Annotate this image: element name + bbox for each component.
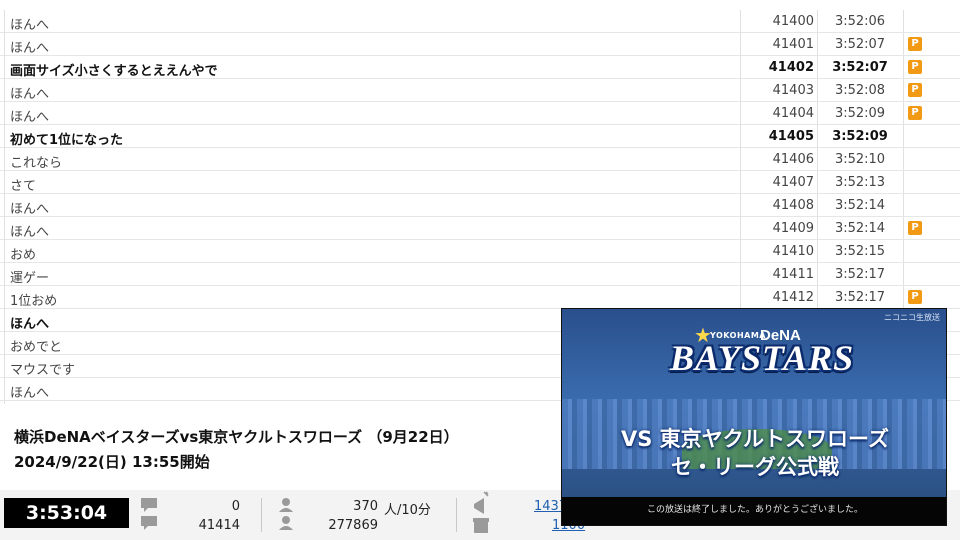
comment-text: ほんへ (10, 18, 50, 33)
comment-text: ほんへ (10, 225, 50, 240)
comments-now: 0 (231, 499, 240, 514)
comment-text: 初めて1位になった (10, 133, 124, 148)
video-player[interactable]: ニコニコ生放送 ★ YOKOHAMA DeNA BAYSTARS VS 東京ヤク… (561, 308, 947, 526)
comment-number: 41402 (768, 60, 814, 75)
league-text: セ・リーグ公式戦 (671, 455, 839, 479)
comment-number: 41401 (772, 37, 814, 52)
comment-row[interactable]: さて 41407 3:52:13 (0, 171, 960, 194)
viewers-total: 277869 (328, 518, 378, 533)
program-start-date: 2024/9/22(日) 13:55開始 (14, 453, 210, 471)
elapsed-timer: 3:53:04 (4, 498, 129, 528)
comment-row[interactable]: ほんへ 41408 3:52:14 (0, 194, 960, 217)
comment-text: ほんへ (10, 202, 50, 217)
matchup-text: VS 東京ヤクルトスワローズ (620, 427, 889, 451)
comment-text: おめ (10, 248, 37, 263)
comment-time: 3:52:17 (834, 290, 886, 305)
premium-badge-icon: P (908, 60, 922, 74)
comment-time: 3:52:14 (834, 221, 886, 236)
viewers-rate: 370 (353, 499, 378, 514)
viewer-icon (279, 498, 293, 530)
comment-text: ほんへ (10, 386, 50, 401)
comment-text: おめでと (10, 340, 63, 355)
comment-number: 41404 (772, 106, 814, 121)
comment-row[interactable]: これなら 41406 3:52:10 (0, 148, 960, 171)
comment-text: これなら (10, 156, 63, 171)
comment-time: 3:52:09 (832, 129, 888, 144)
program-title: 横浜DeNAベイスターズvs東京ヤクルトスワローズ （9月22日） (14, 428, 459, 446)
comment-row[interactable]: 運ゲー 41411 3:52:17 (0, 263, 960, 286)
comment-text: 画面サイズ小さくするとええんやで (10, 64, 218, 79)
comment-text: ほんへ (10, 317, 50, 332)
comment-number: 41411 (772, 267, 814, 282)
comment-number: 41410 (772, 244, 814, 259)
comment-row[interactable]: ほんへ 41409 3:52:14 P (0, 217, 960, 240)
comment-text: ほんへ (10, 87, 50, 102)
comment-row[interactable]: ほんへ 41401 3:52:07 P (0, 33, 960, 56)
comment-text: 1位おめ (10, 294, 58, 309)
comment-text: ほんへ (10, 110, 50, 125)
viewers-unit: 人/10分 (384, 503, 431, 518)
comment-row[interactable]: ほんへ 41403 3:52:08 P (0, 79, 960, 102)
comment-number: 41406 (772, 152, 814, 167)
comment-time: 3:52:08 (834, 83, 886, 98)
comment-row[interactable]: おめ 41410 3:52:15 (0, 240, 960, 263)
premium-badge-icon: P (908, 37, 922, 51)
broadcast-ended-message: この放送は終了しました。ありがとうございました。 (562, 497, 946, 525)
comment-text: さて (10, 179, 37, 194)
comment-time: 3:52:13 (834, 175, 886, 190)
comment-time: 3:52:10 (834, 152, 886, 167)
separator (456, 498, 457, 532)
comment-number: 41409 (772, 221, 814, 236)
comment-icon (141, 498, 157, 530)
comment-time: 3:52:07 (832, 60, 888, 75)
comment-row[interactable]: ほんへ 41400 3:52:06 (0, 10, 960, 33)
premium-badge-icon: P (908, 83, 922, 97)
comment-row[interactable]: 1位おめ 41412 3:52:17 P (0, 286, 960, 309)
watermark: ニコニコ生放送 (884, 313, 940, 322)
comment-row[interactable]: 画面サイズ小さくするとええんやで 41402 3:52:07 P (0, 56, 960, 79)
comment-time: 3:52:17 (834, 267, 886, 282)
comment-number: 41412 (772, 290, 814, 305)
comment-time: 3:52:14 (834, 198, 886, 213)
comment-text: 運ゲー (10, 271, 50, 286)
comment-number: 41403 (772, 83, 814, 98)
comment-text: マウスです (10, 363, 76, 378)
comment-time: 3:52:15 (834, 244, 886, 259)
comment-time: 3:52:07 (834, 37, 886, 52)
ad-megaphone-icon (473, 491, 489, 533)
premium-badge-icon: P (908, 221, 922, 235)
comments-total: 41414 (198, 518, 240, 533)
comment-row[interactable]: 初めて1位になった 41405 3:52:09 (0, 125, 960, 148)
comment-time: 3:52:09 (834, 106, 886, 121)
comment-number: 41400 (772, 14, 814, 29)
separator (261, 498, 262, 532)
comment-number: 41407 (772, 175, 814, 190)
premium-badge-icon: P (908, 290, 922, 304)
comment-row[interactable]: ほんへ 41404 3:52:09 P (0, 102, 960, 125)
team-logo: BAYSTARS (670, 338, 855, 378)
comment-number: 41408 (772, 198, 814, 213)
comment-text: ほんへ (10, 41, 50, 56)
premium-badge-icon: P (908, 106, 922, 120)
comment-time: 3:52:06 (834, 14, 886, 29)
comment-number: 41405 (768, 129, 814, 144)
